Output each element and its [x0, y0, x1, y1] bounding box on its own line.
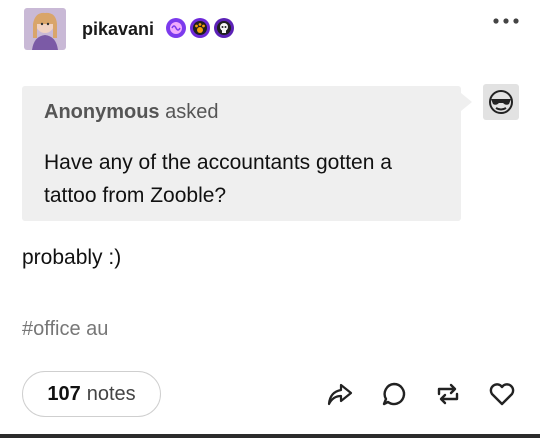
skull-badge-icon — [214, 18, 234, 38]
username[interactable]: pikavani — [82, 19, 154, 40]
post: pikavani Anonymous asked Have any of the… — [0, 0, 540, 438]
sunglasses-smiley-icon — [483, 84, 519, 120]
asked-label: asked — [165, 101, 219, 123]
paw-badge-icon — [190, 18, 210, 38]
notes-count: 107 — [47, 382, 81, 405]
post-actions — [324, 378, 518, 410]
reply-icon[interactable] — [378, 378, 410, 410]
user-avatar[interactable] — [24, 8, 66, 50]
ellipsis-icon[interactable] — [492, 14, 520, 28]
share-icon[interactable] — [324, 378, 356, 410]
post-header: pikavani — [22, 8, 522, 52]
notes-button[interactable]: 107 notes — [22, 371, 161, 417]
asker-line: Anonymous asked — [44, 101, 219, 124]
answer-text: probably :) — [22, 246, 122, 269]
question-text: Have any of the accountants gotten a tat… — [44, 151, 392, 207]
asker-name[interactable]: Anonymous — [44, 101, 160, 123]
purple-brain-badge-icon — [166, 18, 186, 38]
notes-label: notes — [86, 382, 136, 405]
bottom-divider — [0, 434, 540, 438]
reblog-icon[interactable] — [432, 378, 464, 410]
post-tag[interactable]: #office au — [22, 318, 108, 341]
badges — [166, 18, 234, 38]
ask-pointer — [461, 93, 472, 111]
like-icon[interactable] — [486, 378, 518, 410]
ask-box: Anonymous asked Have any of the accounta… — [22, 86, 461, 221]
